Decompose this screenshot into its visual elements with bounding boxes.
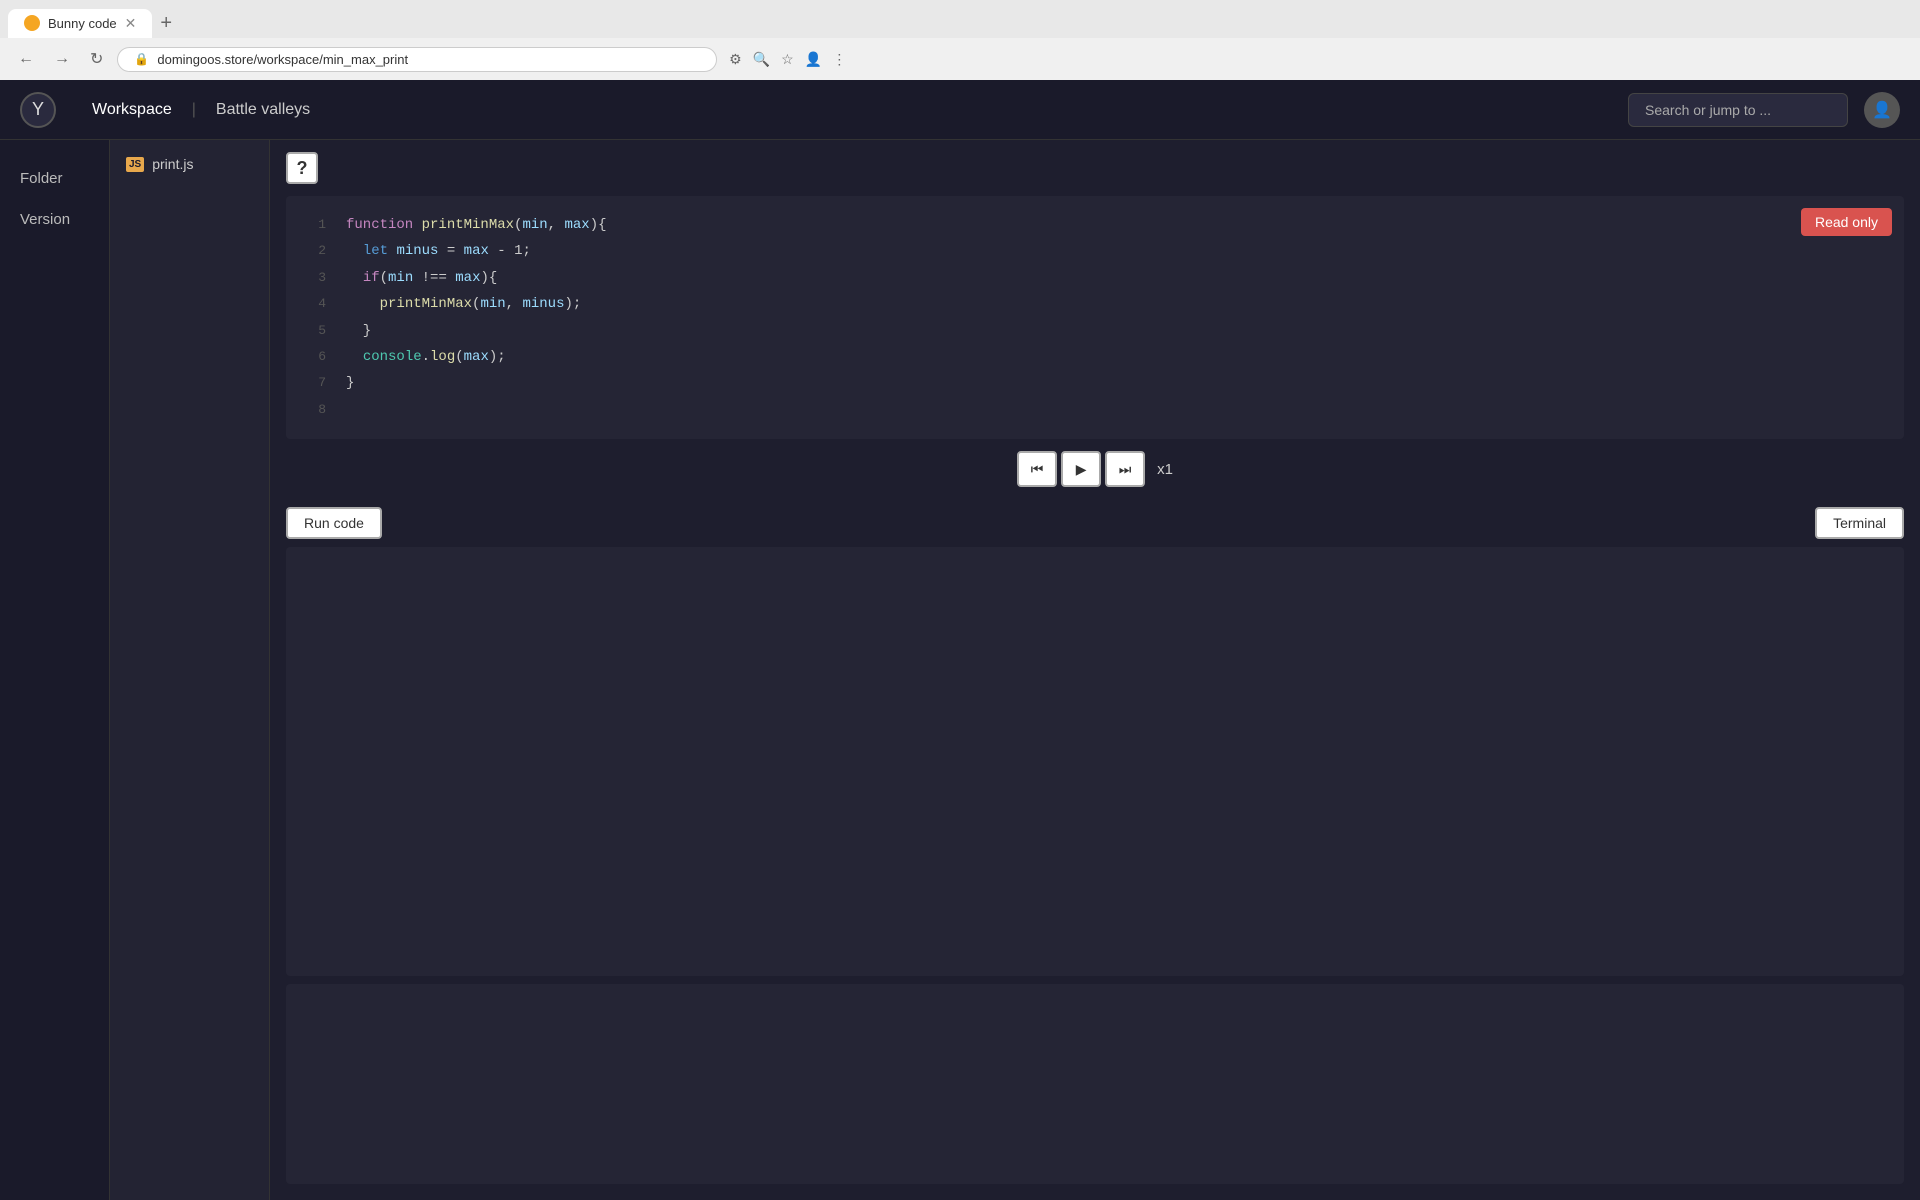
fast-forward-button[interactable]: ⏭ [1105, 451, 1145, 487]
code-content-4: printMinMax(min, minus); [346, 293, 581, 315]
line-number-8: 8 [302, 400, 326, 421]
line-number-2: 2 [302, 241, 326, 262]
line-number-6: 6 [302, 347, 326, 368]
code-line-1: 1 function printMinMax(min, max){ [286, 212, 1904, 238]
profile-icon[interactable]: 👤 [803, 49, 823, 69]
fast-forward-icon: ⏭ [1119, 461, 1132, 478]
file-panel: JS print.js [110, 140, 270, 1200]
code-content-5: } [346, 320, 371, 342]
code-content-3: if(min !== max){ [346, 267, 497, 289]
run-code-row: Run code Terminal [286, 499, 1904, 547]
line-number-5: 5 [302, 321, 326, 342]
line-number-4: 4 [302, 294, 326, 315]
play-icon: ▶ [1076, 461, 1087, 478]
editor-area: ? Read only 1 function printMinMax(min, … [270, 140, 1920, 1200]
search-box[interactable]: Search or jump to ... [1628, 93, 1848, 127]
run-code-button[interactable]: Run code [286, 507, 382, 539]
nav-separator: | [192, 101, 196, 119]
play-button[interactable]: ▶ [1061, 451, 1101, 487]
sidebar: Folder Version [0, 140, 110, 1200]
line-number-7: 7 [302, 373, 326, 394]
rewind-icon: ⏮ [1031, 461, 1044, 478]
browser-tabs: Bunny code ✕ + [0, 0, 1920, 38]
file-name: print.js [152, 156, 193, 172]
code-content-8 [346, 399, 354, 421]
code-line-6: 6 console.log(max); [286, 344, 1904, 370]
active-tab[interactable]: Bunny code ✕ [8, 9, 152, 38]
speed-label: x1 [1157, 461, 1173, 478]
logo-symbol: Y [32, 99, 44, 120]
lock-icon: 🔒 [134, 52, 149, 66]
address-bar[interactable]: 🔒 domingoos.store/workspace/min_max_prin… [117, 47, 717, 72]
zoom-icon[interactable]: 🔍 [751, 49, 771, 69]
workspace-nav-item[interactable]: Workspace [76, 93, 188, 127]
file-type-icon: JS [126, 157, 144, 172]
toolbar-icons: ⚙ 🔍 ☆ 👤 ⋮ [725, 49, 849, 69]
code-content-7: } [346, 372, 354, 394]
code-line-7: 7 } [286, 370, 1904, 396]
bottom-section: Run code Terminal [286, 499, 1904, 1200]
code-editor: Read only 1 function printMinMax(min, ma… [286, 196, 1904, 439]
help-button[interactable]: ? [286, 152, 318, 184]
code-line-4: 4 printMinMax(min, minus); [286, 291, 1904, 317]
sidebar-item-version[interactable]: Version [0, 201, 109, 238]
extensions-icon[interactable]: ⚙ [725, 49, 745, 69]
code-line-8: 8 [286, 397, 1904, 423]
file-item-print-js[interactable]: JS print.js [110, 148, 269, 180]
tab-favicon [24, 15, 40, 31]
line-number-3: 3 [302, 268, 326, 289]
nav-right: Search or jump to ... 👤 [1628, 92, 1900, 128]
main-content: Folder Version JS print.js ? Read only 1… [0, 140, 1920, 1200]
code-content-6: console.log(max); [346, 346, 506, 368]
output-area [286, 547, 1904, 976]
rewind-button[interactable]: ⏮ [1017, 451, 1057, 487]
code-content-2: let minus = max - 1; [346, 240, 531, 262]
app: Y Workspace | Battle valleys Search or j… [0, 80, 1920, 1200]
code-line-3: 3 if(min !== max){ [286, 265, 1904, 291]
browser-toolbar: ← → ↻ 🔒 domingoos.store/workspace/min_ma… [0, 38, 1920, 80]
more-icon[interactable]: ⋮ [829, 49, 849, 69]
bottom-empty-panel [286, 984, 1904, 1184]
read-only-badge[interactable]: Read only [1801, 208, 1892, 236]
code-content-1: function printMinMax(min, max){ [346, 214, 607, 236]
address-text: domingoos.store/workspace/min_max_print [157, 52, 408, 67]
tab-title: Bunny code [48, 16, 117, 31]
tab-close-button[interactable]: ✕ [125, 15, 137, 32]
browser-chrome: Bunny code ✕ + ← → ↻ 🔒 domingoos.store/w… [0, 0, 1920, 80]
top-nav: Y Workspace | Battle valleys Search or j… [0, 80, 1920, 140]
code-line-2: 2 let minus = max - 1; [286, 238, 1904, 264]
forward-button[interactable]: → [48, 46, 76, 72]
back-button[interactable]: ← [12, 46, 40, 72]
code-line-5: 5 } [286, 318, 1904, 344]
terminal-button[interactable]: Terminal [1815, 507, 1904, 539]
reload-button[interactable]: ↻ [84, 45, 109, 73]
sidebar-item-folder[interactable]: Folder [0, 160, 109, 197]
battle-valleys-nav-item[interactable]: Battle valleys [200, 93, 326, 127]
avatar[interactable]: 👤 [1864, 92, 1900, 128]
bookmark-icon[interactable]: ☆ [777, 49, 797, 69]
new-tab-button[interactable]: + [152, 8, 180, 39]
line-number-1: 1 [302, 215, 326, 236]
avatar-symbol: 👤 [1872, 100, 1892, 120]
playback-controls: ⏮ ▶ ⏭ x1 [270, 439, 1920, 499]
logo[interactable]: Y [20, 92, 56, 128]
